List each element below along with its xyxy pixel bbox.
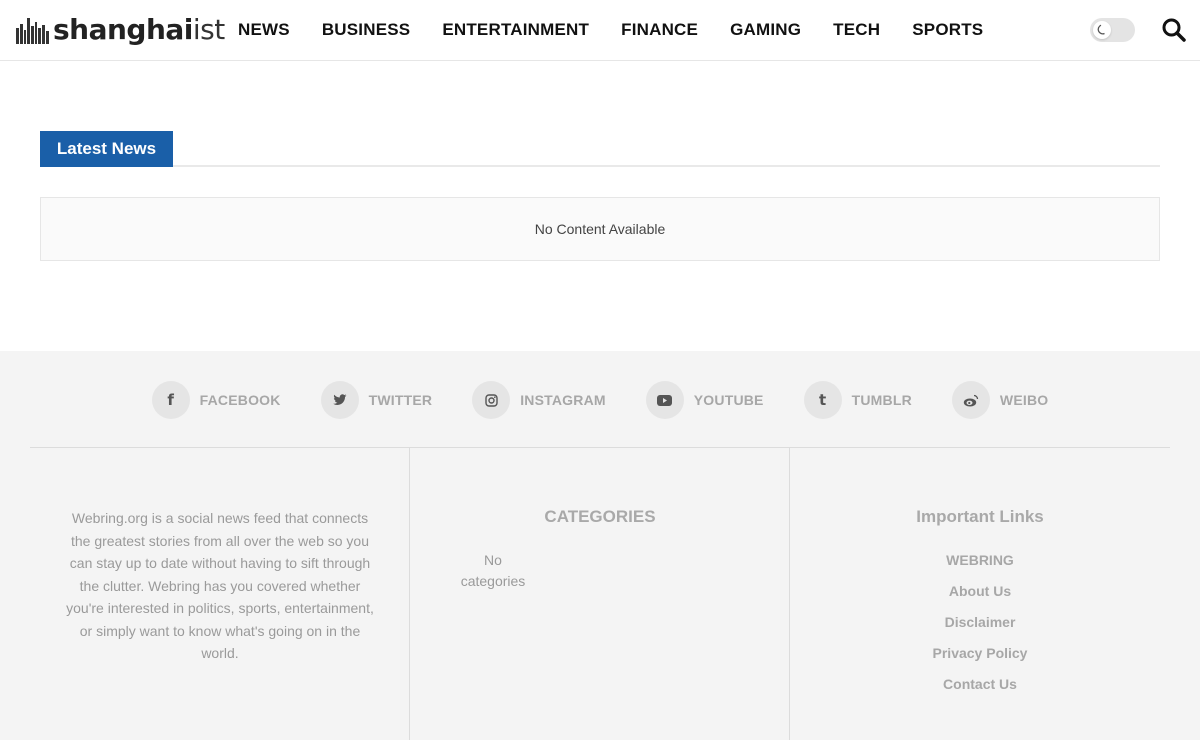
social-label: FACEBOOK bbox=[199, 392, 281, 408]
social-weibo[interactable]: WEIBO bbox=[951, 381, 1049, 419]
footer-divider bbox=[30, 447, 1170, 448]
about-text: Webring.org is a social news feed that c… bbox=[66, 510, 374, 661]
nav-entertainment[interactable]: ENTERTAINMENT bbox=[442, 20, 589, 40]
skyline-icon bbox=[16, 18, 49, 44]
section-title: Latest News bbox=[40, 131, 173, 167]
social-label: WEIBO bbox=[999, 392, 1049, 408]
toggle-knob bbox=[1093, 21, 1111, 39]
social-instagram[interactable]: INSTAGRAM bbox=[472, 381, 606, 419]
social-youtube[interactable]: YOUTUBE bbox=[645, 381, 764, 419]
social-tumblr[interactable]: t TUMBLR bbox=[803, 381, 912, 419]
latest-news-header: Latest News bbox=[40, 131, 1160, 167]
dark-mode-toggle[interactable] bbox=[1090, 18, 1135, 42]
important-links-title: Important Links bbox=[916, 507, 1044, 526]
main-nav: NEWS BUSINESS ENTERTAINMENT FINANCE GAMI… bbox=[238, 0, 1015, 60]
social-label: TUMBLR bbox=[851, 392, 912, 408]
empty-message: No Content Available bbox=[534, 221, 666, 237]
youtube-icon bbox=[645, 381, 684, 419]
twitter-icon bbox=[320, 381, 359, 419]
instagram-icon bbox=[472, 381, 511, 419]
site-logo[interactable]: shanghaiist bbox=[16, 12, 225, 48]
nav-news[interactable]: NEWS bbox=[238, 20, 290, 40]
logo-text: shanghaiist bbox=[53, 13, 225, 46]
social-label: INSTAGRAM bbox=[520, 392, 606, 408]
facebook-icon: f bbox=[151, 381, 190, 419]
social-label: YOUTUBE bbox=[693, 392, 764, 408]
empty-content-box: No Content Available bbox=[40, 197, 1160, 261]
nav-business[interactable]: BUSINESS bbox=[322, 20, 411, 40]
nav-finance[interactable]: FINANCE bbox=[621, 20, 698, 40]
link-about-us[interactable]: About Us bbox=[790, 581, 1170, 612]
link-privacy-policy[interactable]: Privacy Policy bbox=[790, 643, 1170, 674]
link-contact-us[interactable]: Contact Us bbox=[790, 674, 1170, 705]
no-categories: No categories bbox=[460, 552, 526, 589]
nav-tech[interactable]: TECH bbox=[833, 20, 880, 40]
search-icon bbox=[1162, 18, 1186, 42]
link-disclaimer[interactable]: Disclaimer bbox=[790, 612, 1170, 643]
link-webring[interactable]: WEBRING bbox=[790, 550, 1170, 581]
nav-sports[interactable]: SPORTS bbox=[912, 20, 983, 40]
categories-title: CATEGORIES bbox=[544, 507, 656, 526]
site-footer: f FACEBOOK TWITTER INSTAGRAM YOUTUBE t T… bbox=[0, 351, 1200, 740]
social-facebook[interactable]: f FACEBOOK bbox=[151, 381, 281, 419]
search-button[interactable] bbox=[1161, 17, 1187, 43]
social-label: TWITTER bbox=[368, 392, 433, 408]
nav-gaming[interactable]: GAMING bbox=[730, 20, 801, 40]
moon-icon bbox=[1097, 24, 1105, 35]
social-links: f FACEBOOK TWITTER INSTAGRAM YOUTUBE t T… bbox=[0, 381, 1200, 419]
column-divider bbox=[409, 448, 410, 740]
tumblr-icon: t bbox=[803, 381, 842, 419]
weibo-icon bbox=[951, 381, 990, 419]
social-twitter[interactable]: TWITTER bbox=[320, 381, 433, 419]
site-header: shanghaiist NEWS BUSINESS ENTERTAINMENT … bbox=[0, 0, 1200, 61]
important-links: WEBRING About Us Disclaimer Privacy Poli… bbox=[790, 550, 1170, 705]
